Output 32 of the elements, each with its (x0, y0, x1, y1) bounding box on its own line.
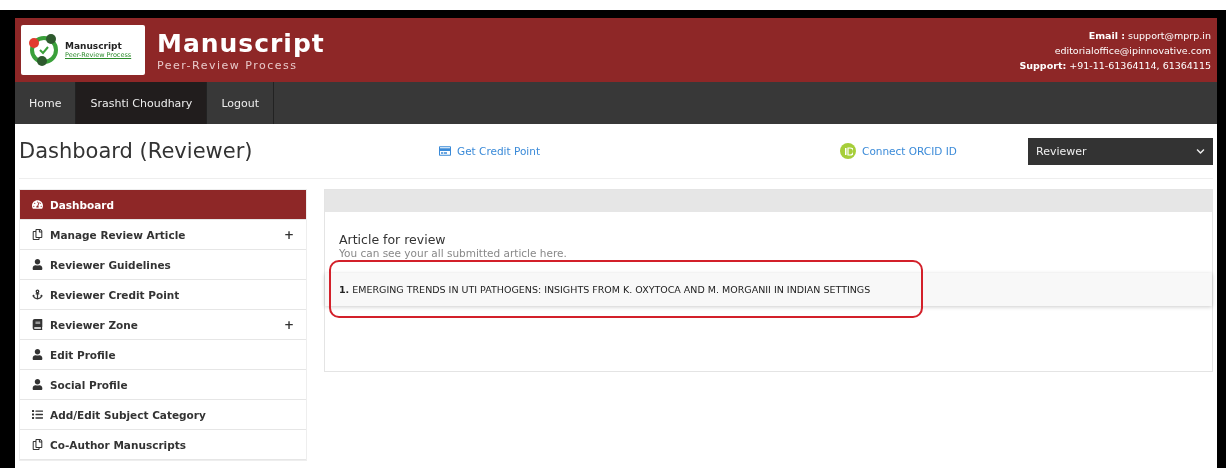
expand-toggle[interactable]: + (283, 317, 294, 332)
role-select[interactable]: Reviewer (1028, 137, 1213, 165)
logo-title: Manuscript (65, 41, 123, 51)
sidebar-item[interactable]: Dashboard (20, 190, 306, 220)
expand-toggle[interactable]: + (283, 227, 294, 242)
article-number: 1. (339, 284, 350, 295)
site-subtitle: Peer-Review Process (157, 58, 299, 72)
article-title: EMERGING TRENDS IN UTI PATHOGENS: INSIGHTS FROM K. OXYTOCA AND M. MORGANII IN INDIAN SETTINGS (352, 284, 871, 295)
article-row[interactable]: 1. EMERGING TRENDS IN UTI PATHOGENS: INSIGHTS FROM K. OXYTOCA AND M. MORGANII IN INDIAN SETTINGS (325, 273, 1212, 306)
contact-line: Support: +91-11-61364114, 61364115 (1019, 58, 1211, 73)
user-icon (32, 349, 43, 360)
copy-icon (32, 229, 43, 240)
caret-icon (1196, 146, 1205, 156)
contact-line: editorialoffice@ipinnovative.com (1054, 43, 1211, 58)
copy-icon (32, 439, 43, 450)
gauge-icon (32, 199, 43, 210)
nav-link[interactable]: Srashti Choudhary (76, 82, 208, 124)
panel-title: Article for review (338, 232, 447, 247)
contact-line: Email : support@mprp.in (1088, 28, 1211, 43)
user-icon (32, 259, 43, 270)
logo-icon (27, 33, 61, 67)
anchor-icon (32, 289, 43, 300)
card-icon (439, 145, 451, 157)
page-title: Dashboard (Reviewer) (19, 139, 254, 163)
action-link[interactable]: Connect ORCID ID (840, 143, 957, 159)
site-title: Manuscript (157, 28, 326, 59)
orcid-icon (840, 143, 857, 159)
list-icon (32, 409, 43, 420)
panel-subtitle: You can see your all submitted article here. (338, 247, 568, 259)
action-link[interactable]: Get Credit Point (439, 145, 541, 157)
user-icon (32, 379, 43, 390)
book-icon (32, 319, 43, 330)
